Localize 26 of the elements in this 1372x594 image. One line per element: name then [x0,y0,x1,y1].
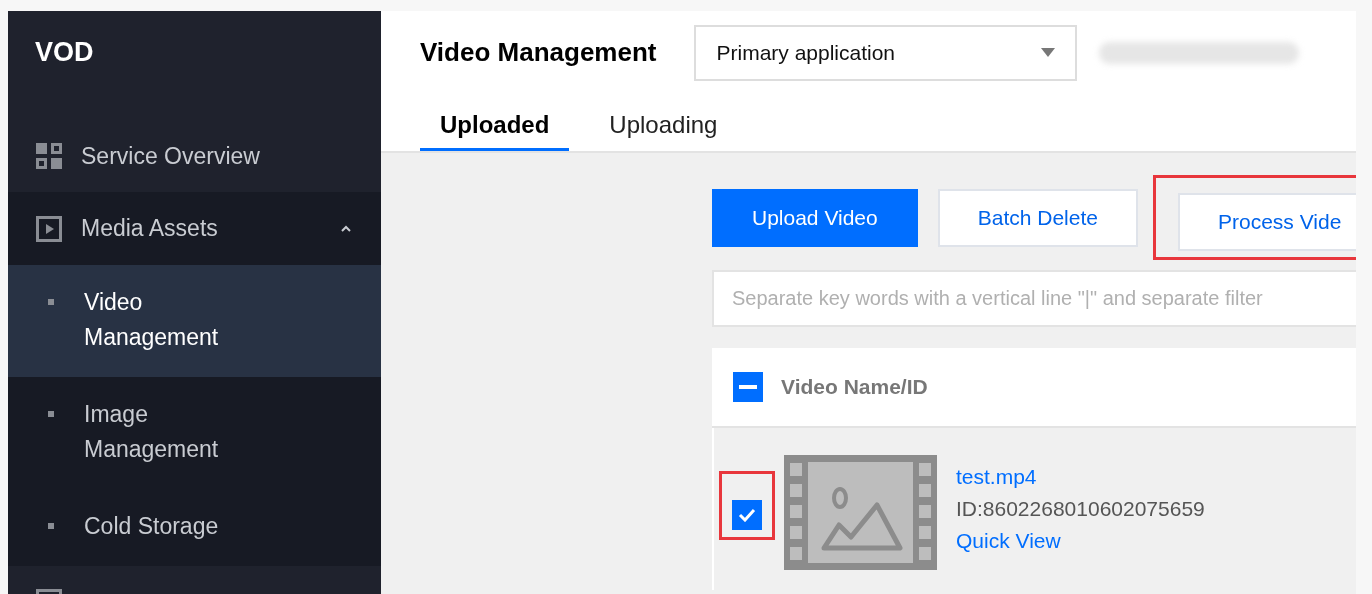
minus-icon [739,385,757,389]
checkbox[interactable] [732,500,762,530]
quick-view-link[interactable]: Quick View [956,529,1205,553]
video-name-link[interactable]: test.mp4 [956,465,1205,489]
dropdown-arrow-icon [1041,48,1056,57]
tab[interactable]: Uploaded [420,102,570,151]
checkmark-icon [738,508,756,522]
app-title: VOD [35,37,94,68]
search-field[interactable]: Separate key words with a vertical line "|" and separate filter [712,270,1356,327]
indeterminate-checkbox[interactable] [733,372,763,402]
toolbar-button[interactable]: Batch Delete [937,188,1138,247]
tab[interactable]: Uploading [589,102,738,151]
sidebar-item[interactable]: Service Overview [8,120,381,192]
sidebar-subitem[interactable]: Cold Storage [8,489,381,566]
sidebar-subitem[interactable]: Image Management [8,377,381,489]
toolbar-button[interactable]: Process Vide [1177,193,1356,251]
toolbar-button[interactable]: Upload Video [712,188,918,247]
play-icon [36,215,62,242]
sidebar-subitem[interactable]: Video Management [8,265,381,377]
video-thumbnail-icon [784,455,937,570]
sidebar-item[interactable]: Media Assets [8,192,381,265]
grid-icon [36,143,62,169]
video-id: ID:8602268010602075659 [956,497,1205,521]
page-title: Video Management [420,37,657,68]
app-dropdown[interactable]: Primary application [694,24,1078,81]
column-header: Video Name/ID [781,375,928,399]
